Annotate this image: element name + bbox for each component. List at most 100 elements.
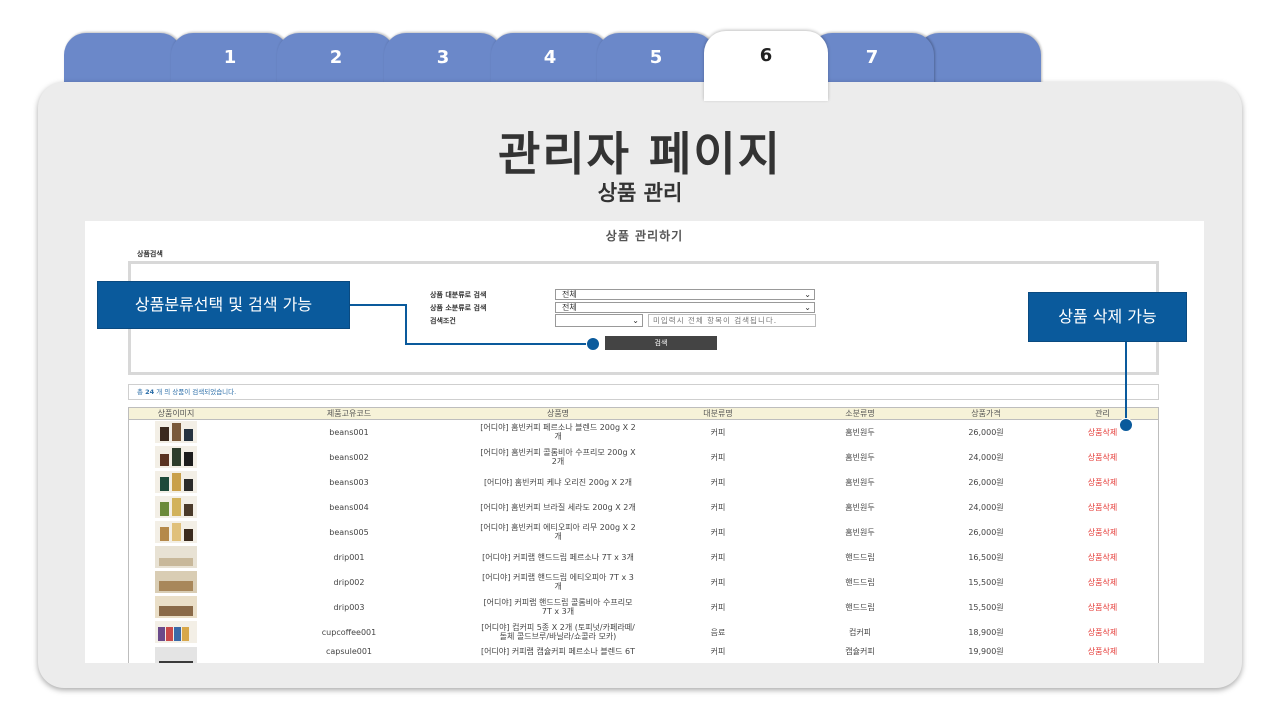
col-header-image: 상품이미지 (128, 407, 224, 420)
table-header-row: 상품이미지 제품고유코드 상품명 대분류명 소분류명 상품가격 관리 (128, 407, 1159, 420)
product-major: 커피 (710, 552, 726, 562)
delete-product-link[interactable]: 상품삭제 (1046, 620, 1159, 645)
product-code: capsule001 (325, 646, 373, 656)
product-minor: 홈빈원두 (845, 452, 875, 462)
result-prefix: 총 (137, 388, 143, 396)
delete-product-link[interactable]: 상품삭제 (1046, 570, 1159, 595)
delete-product-link[interactable]: 상품삭제 (1046, 420, 1159, 445)
callout-connector (350, 304, 406, 306)
product-minor: 캡슐커피 (845, 646, 875, 656)
product-thumbnail[interactable] (155, 446, 197, 468)
product-price: 18,900원 (968, 627, 1004, 637)
minor-filter-label: 상품 소분류로 검색 (430, 304, 487, 312)
product-name: [어디야] 커피랩 캡슐커피 페르소나 블렌드 6T (480, 646, 636, 656)
callout-connector (405, 343, 591, 345)
table-row: beans002 [어디야] 홈빈커피 콜롬비아 수프리모 200g X 2개 … (128, 445, 1159, 470)
callout-marker-dot (586, 337, 600, 351)
product-code: beans003 (329, 477, 369, 487)
product-price: 19,900원 (968, 646, 1004, 656)
delete-product-link[interactable]: 상품삭제 (1046, 470, 1159, 495)
search-button[interactable]: 검색 (605, 336, 717, 350)
delete-product-link[interactable]: 상품삭제 (1046, 595, 1159, 620)
col-header-name: 상품명 (474, 407, 642, 420)
table-row: drip003 [어디야] 커피랩 핸드드립 콜롬비아 수프리모 7T x 3개… (128, 595, 1159, 620)
delete-product-link[interactable]: 상품삭제 (1046, 545, 1159, 570)
col-header-code: 제품고유코드 (224, 407, 474, 420)
product-minor: 홈빈원두 (845, 477, 875, 487)
product-price: 26,000원 (968, 477, 1004, 487)
minor-category-value: 전체 (562, 303, 577, 312)
product-name: [어디야] 홈빈커피 에티오피아 리무 200g X 2개 (480, 523, 636, 541)
major-category-value: 전체 (562, 290, 577, 299)
product-thumbnail[interactable] (155, 646, 197, 663)
result-suffix: 개 의 상품이 검색되었습니다. (156, 388, 237, 396)
product-major: 커피 (710, 646, 726, 656)
product-major: 커피 (710, 427, 726, 437)
delete-product-link[interactable]: 상품삭제 (1046, 495, 1159, 520)
product-name: [어디야] 홈빈커피 브라질 세라도 200g X 2개 (480, 502, 636, 512)
search-section-label: 상품검색 (137, 250, 163, 258)
product-minor: 홈빈원두 (845, 527, 875, 537)
callout-connector (405, 304, 407, 345)
product-thumbnail[interactable] (155, 571, 197, 593)
minor-category-select[interactable]: 전체 ⌄ (555, 302, 815, 313)
product-thumbnail[interactable] (155, 471, 197, 493)
product-major: 커피 (710, 602, 726, 612)
product-price: 26,000원 (968, 527, 1004, 537)
delete-product-link[interactable]: 상품삭제 (1046, 520, 1159, 545)
result-count-bar: 총 24 개 의 상품이 검색되었습니다. (128, 384, 1159, 400)
product-name: [어디야] 컵커피 5종 X 2개 (토피넛/카페라떼/돌체 콜드브루/바닐라/… (481, 623, 635, 641)
major-filter-label: 상품 대분류로 검색 (430, 291, 487, 299)
product-major: 커피 (710, 577, 726, 587)
product-code: beans001 (329, 427, 369, 437)
slide: 1 2 3 4 5 7 6 관리자 페이지 상품 관리 상품 관리하기 상품검색… (0, 0, 1280, 720)
table-row: drip002 [어디야] 커피랩 핸드드립 에티오피아 7T x 3개 커피 … (128, 570, 1159, 595)
product-code: drip001 (333, 552, 365, 562)
table-border-right (1158, 407, 1159, 663)
product-thumbnail[interactable] (155, 621, 197, 643)
product-name: [어디야] 커피랩 핸드드립 에티오피아 7T x 3개 (482, 573, 634, 591)
chevron-down-icon: ⌄ (632, 316, 639, 325)
product-major: 음료 (710, 627, 726, 637)
tab-6-active[interactable]: 6 (704, 31, 828, 101)
callout-delete: 상품 삭제 가능 (1028, 292, 1187, 342)
product-code: cupcoffee001 (321, 627, 377, 637)
table-row: beans005 [어디야] 홈빈커피 에티오피아 리무 200g X 2개 커… (128, 520, 1159, 545)
product-thumbnail[interactable] (155, 521, 197, 543)
product-minor: 홈빈원두 (845, 502, 875, 512)
product-code: beans004 (329, 502, 369, 512)
table-border-left (128, 407, 129, 663)
product-name: [어디야] 홈빈커피 콜롬비아 수프리모 200g X 2개 (480, 448, 636, 466)
col-header-price: 상품가격 (926, 407, 1046, 420)
product-code: beans002 (329, 452, 369, 462)
product-thumbnail[interactable] (155, 421, 197, 444)
major-category-select[interactable]: 전체 ⌄ (555, 289, 815, 300)
table-row: cupcoffee001 [어디야] 컵커피 5종 X 2개 (토피넛/카페라떼… (128, 620, 1159, 645)
table-row: beans001 [어디야] 홈빈커피 페르소나 블렌드 200g X 2개 커… (128, 420, 1159, 445)
callout-search: 상품분류선택 및 검색 가능 (97, 281, 350, 329)
delete-product-link[interactable]: 상품삭제 (1046, 645, 1159, 664)
result-count: 24 (145, 388, 155, 396)
condition-select[interactable]: ⌄ (555, 314, 643, 327)
product-thumbnail[interactable] (155, 546, 197, 568)
product-code: beans005 (329, 527, 369, 537)
col-header-major: 대분류명 (642, 407, 794, 420)
table-row: beans003 [어디야] 홈빈커피 케냐 오리진 200g X 2개 커피 … (128, 470, 1159, 495)
page-subtitle: 상품 관리 (597, 181, 683, 205)
condition-label: 검색조건 (430, 317, 456, 325)
product-price: 24,000원 (968, 502, 1004, 512)
product-name: [어디야] 커피랩 핸드드립 콜롬비아 수프리모 7T x 3개 (483, 598, 633, 616)
product-major: 커피 (710, 477, 726, 487)
product-minor: 핸드드립 (845, 552, 875, 562)
product-thumbnail[interactable] (155, 496, 197, 518)
chevron-down-icon: ⌄ (804, 290, 811, 299)
delete-product-link[interactable]: 상품삭제 (1046, 445, 1159, 470)
product-name: [어디야] 홈빈커피 페르소나 블렌드 200g X 2개 (480, 423, 636, 442)
product-name: [어디야] 홈빈커피 케냐 오리진 200g X 2개 (483, 477, 633, 487)
product-code: drip003 (333, 602, 365, 612)
product-table: 상품이미지 제품고유코드 상품명 대분류명 소분류명 상품가격 관리 beans… (128, 407, 1159, 663)
product-minor: 컵커피 (848, 627, 872, 637)
keyword-input[interactable]: 미입력시 전체 항목이 검색됩니다. (648, 314, 816, 327)
product-major: 커피 (710, 452, 726, 462)
product-thumbnail[interactable] (155, 596, 197, 618)
